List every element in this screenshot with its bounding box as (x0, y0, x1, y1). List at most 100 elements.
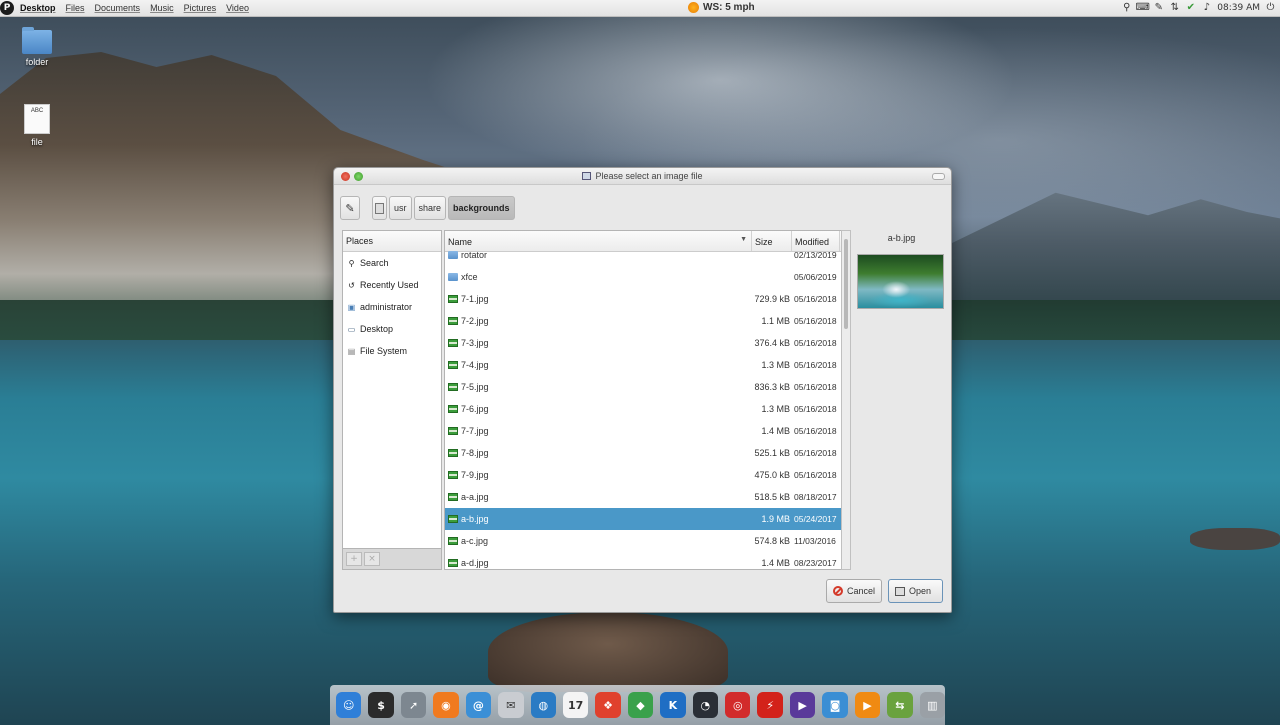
image-file-icon (448, 559, 458, 567)
file-row[interactable]: a-b.jpg 1.9 MB 05/24/2017 (445, 508, 849, 530)
globe-icon[interactable]: ◍ (530, 692, 556, 718)
mail-icon[interactable]: ✉ (498, 692, 524, 718)
desktop-file[interactable]: ABC file (7, 104, 67, 147)
mail-at-icon[interactable]: @ (465, 692, 492, 718)
weather-widget[interactable]: WS: 5 mph (688, 2, 755, 13)
file-size: 1.4 MB (761, 558, 790, 568)
menu-files[interactable]: Files (66, 3, 85, 13)
window-menu-button[interactable] (932, 173, 945, 180)
remove-bookmark-button[interactable]: × (364, 552, 380, 566)
file-size: 1.3 MB (761, 360, 790, 370)
place-desktop[interactable]: ▭ Desktop (343, 318, 441, 340)
file-row[interactable]: 7-2.jpg 1.1 MB 05/16/2018 (445, 310, 849, 332)
file-name-cell: a-b.jpg (445, 514, 752, 524)
volume-icon[interactable]: ♪ (1201, 2, 1212, 13)
image-file-icon (448, 361, 458, 369)
power-icon[interactable]: ⏻ (1265, 2, 1276, 13)
file-row[interactable]: 7-6.jpg 1.3 MB 05/16/2018 (445, 398, 849, 420)
network-icon[interactable]: ⇅ (1169, 2, 1180, 13)
search-icon[interactable]: ⚲ (1121, 2, 1132, 13)
pen-icon[interactable]: ✎ (1153, 2, 1164, 13)
shield-icon[interactable]: ✔ (1185, 2, 1196, 13)
scrollbar-thumb[interactable] (844, 239, 848, 329)
menu-desktop[interactable]: Desktop (20, 3, 56, 13)
pdf-icon[interactable]: ⚡ (757, 692, 783, 718)
file-size: 729.9 kB (754, 294, 790, 304)
file-row[interactable]: 7-4.jpg 1.3 MB 05/16/2018 (445, 354, 849, 376)
wallpaper-rock (488, 612, 728, 692)
camera-icon[interactable]: ◙ (822, 692, 848, 718)
file-name: xfce (461, 272, 478, 282)
file-chooser-dialog: Please select an image file ✎ usr share … (333, 167, 952, 613)
file-list-scrollbar[interactable] (841, 230, 851, 570)
media-player-icon[interactable]: ▶ (789, 692, 816, 718)
file-name: 7-9.jpg (461, 470, 489, 480)
cancel-button[interactable]: Cancel (826, 579, 882, 603)
top-panel: P Desktop Files Documents Music Pictures… (0, 0, 1280, 17)
file-name: 7-3.jpg (461, 338, 489, 348)
lifebuoy-icon[interactable]: ◎ (725, 692, 751, 718)
menu-music[interactable]: Music (150, 3, 174, 13)
file-row[interactable]: rotator 02/13/2019 (445, 244, 849, 266)
file-list: Name ▼ Size Modified rotator 02/13/2019 xf… (444, 230, 850, 570)
search-icon: ⚲ (348, 258, 355, 268)
file-name: a-d.jpg (461, 558, 489, 568)
dialog-titlebar[interactable]: Please select an image file (334, 168, 951, 185)
desktop-folder[interactable]: folder (7, 27, 67, 67)
file-name-cell: 7-3.jpg (445, 338, 752, 348)
vlc-icon[interactable]: ▶ (854, 692, 881, 718)
menu-pictures[interactable]: Pictures (184, 3, 217, 13)
drive-icon: ▤ (347, 346, 356, 356)
image-file-icon (448, 405, 458, 413)
toggle-app-icon[interactable]: ⇆ (887, 692, 913, 718)
photo-app-icon[interactable]: ❖ (595, 692, 621, 718)
place-search[interactable]: ⚲ Search (343, 252, 441, 274)
file-size: 475.0 kB (754, 470, 790, 480)
file-row[interactable]: xfce 05/06/2019 (445, 266, 849, 288)
file-row[interactable]: 7-8.jpg 525.1 kB 05/16/2018 (445, 442, 849, 464)
maximize-button[interactable] (354, 172, 363, 181)
close-button[interactable] (341, 172, 350, 181)
place-file-system[interactable]: ▤ File System (343, 340, 441, 362)
cancel-icon (833, 586, 843, 596)
places-pane: Places ⚲ Search ↺ Recently Used ▣ admini… (342, 230, 442, 570)
open-button[interactable]: Open (888, 579, 943, 603)
maps-icon[interactable]: ◆ (627, 692, 654, 718)
timer-icon[interactable]: ◔ (692, 692, 719, 718)
file-row[interactable]: a-d.jpg 1.4 MB 08/23/2017 (445, 552, 849, 569)
file-row[interactable]: 7-9.jpg 475.0 kB 05/16/2018 (445, 464, 849, 486)
path-backgrounds-button[interactable]: backgrounds (448, 196, 515, 220)
file-row[interactable]: a-a.jpg 518.5 kB 08/18/2017 (445, 486, 849, 508)
place-label: Recently Used (360, 280, 419, 290)
file-row[interactable]: 7-3.jpg 376.4 kB 05/16/2018 (445, 332, 849, 354)
image-file-icon (448, 471, 458, 479)
menu-documents[interactable]: Documents (95, 3, 141, 13)
place-administrator[interactable]: ▣ administrator (343, 296, 441, 318)
file-row[interactable]: 7-7.jpg 1.4 MB 05/16/2018 (445, 420, 849, 442)
wallpaper-rock-small (1190, 528, 1280, 550)
places-header[interactable]: Places (343, 231, 441, 252)
dialog-title: Please select an image file (595, 171, 703, 181)
terminal-icon[interactable]: $ (368, 692, 394, 718)
file-row[interactable]: 7-5.jpg 836.3 kB 05/16/2018 (445, 376, 849, 398)
add-bookmark-button[interactable]: + (346, 552, 362, 566)
launchpad-icon[interactable]: ➚ (400, 692, 427, 718)
app-logo-icon[interactable]: P (0, 1, 14, 15)
menu-video[interactable]: Video (226, 3, 249, 13)
path-share-button[interactable]: share (413, 196, 447, 220)
place-recently-used[interactable]: ↺ Recently Used (343, 274, 441, 296)
finder-icon[interactable]: ☺ (336, 692, 362, 718)
file-modified: 05/16/2018 (794, 316, 837, 326)
place-label: Desktop (360, 324, 394, 334)
path-root-button[interactable] (372, 196, 387, 220)
clock[interactable]: 08:39 AM (1217, 3, 1260, 13)
firefox-icon[interactable]: ◉ (433, 692, 459, 718)
trash-icon[interactable]: ▥ (919, 692, 946, 718)
calendar-icon[interactable]: 17 (562, 692, 589, 718)
file-row[interactable]: a-c.jpg 574.8 kB 11/03/2016 (445, 530, 849, 552)
keyboard-icon[interactable]: ⌨ (1136, 2, 1150, 13)
edit-location-button[interactable]: ✎ (340, 196, 360, 220)
file-row[interactable]: 7-1.jpg 729.9 kB 05/16/2018 (445, 288, 849, 310)
k-app-icon[interactable]: K (660, 692, 686, 718)
path-usr-button[interactable]: usr (389, 196, 412, 220)
